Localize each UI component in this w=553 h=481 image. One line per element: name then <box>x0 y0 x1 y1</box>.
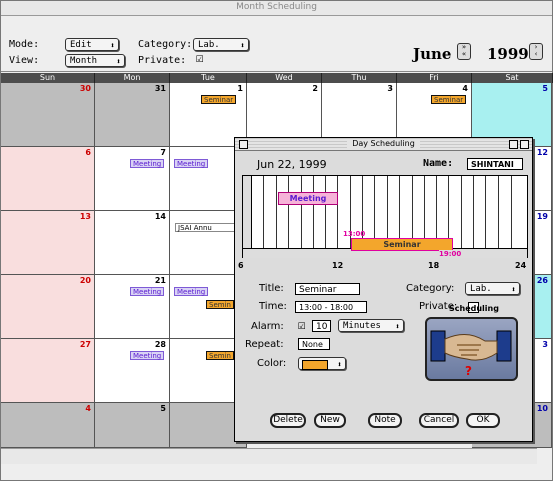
day-scheduling-dialog: Day Scheduling Jun 22, 1999 Name: SHINTA… <box>234 137 533 442</box>
event-meeting[interactable]: Meeting <box>130 351 165 360</box>
new-button[interactable]: New <box>314 413 346 428</box>
weekday-header: Wed <box>247 73 322 83</box>
day-timeline[interactable]: Meeting 13:00 Seminar 19:00 <box>242 175 528 258</box>
event-meeting[interactable]: Meeting <box>174 159 209 168</box>
timeline-end-time: 19:00 <box>439 250 462 258</box>
title-field[interactable]: Seminar <box>295 283 360 295</box>
updown-arrow-icon: ⬍ <box>110 41 115 50</box>
weekday-header: Sun <box>1 73 95 83</box>
view-label: View: <box>9 55 40 66</box>
updown-arrow-icon: ⬍ <box>240 41 245 50</box>
day-cell[interactable]: 27 <box>1 339 95 403</box>
window-title: Month Scheduling <box>236 2 317 12</box>
event-seminar[interactable]: Semin <box>206 351 234 360</box>
name-field[interactable]: SHINTANI <box>467 158 523 170</box>
view-popup[interactable]: Month ⬍ <box>65 54 125 67</box>
day-cell[interactable]: 7 Meeting <box>95 147 170 211</box>
cancel-button[interactable]: Cancel <box>419 413 459 428</box>
day-cell[interactable]: 4 <box>1 403 95 448</box>
day-cell[interactable]: 21 Meeting <box>95 275 170 339</box>
day-cell[interactable]: 20 <box>1 275 95 339</box>
view-value: Month <box>70 56 98 66</box>
timeline-tick: 12 <box>332 261 344 270</box>
weekday-header: Sat <box>472 73 553 83</box>
day-cell[interactable]: 5 <box>95 403 170 448</box>
weekday-header: Thu <box>322 73 397 83</box>
delete-button[interactable]: Delete <box>270 413 306 428</box>
timeline-tick: 24 <box>515 261 527 270</box>
updown-arrow-icon: ⬍ <box>395 322 400 331</box>
event-seminar[interactable]: Seminar <box>431 95 467 104</box>
horizontal-scrollbar[interactable] <box>1 448 537 464</box>
dialog-date: Jun 22, 1999 <box>257 158 327 171</box>
time-label: Time: <box>259 301 287 312</box>
weekday-header: Fri <box>397 73 472 83</box>
day-cell[interactable]: 13 <box>1 211 95 275</box>
event-meeting[interactable]: Meeting <box>130 159 165 168</box>
ok-button[interactable]: OK <box>466 413 500 428</box>
month-spinner[interactable]: » « <box>457 43 471 60</box>
mode-value: Edit <box>70 40 92 50</box>
time-field[interactable]: 13:00 - 18:00 <box>295 301 367 313</box>
window-title-bar[interactable]: Month Scheduling <box>1 1 552 16</box>
event-seminar[interactable]: Semin <box>206 300 234 309</box>
day-cell[interactable]: 28 Meeting <box>95 339 170 403</box>
day-cell[interactable]: 30 <box>1 83 95 147</box>
year-spinner[interactable]: › ‹ <box>529 43 543 60</box>
alarm-unit-popup[interactable]: Minutes ⬍ <box>338 319 404 332</box>
color-label: Color: <box>257 358 287 369</box>
event-seminar[interactable]: Seminar <box>201 95 237 104</box>
weekday-header: Mon <box>95 73 170 83</box>
timeline-vertical-scrollbar[interactable] <box>243 176 252 257</box>
name-label: Name: <box>423 158 454 169</box>
month-title: June <box>413 45 452 63</box>
category-label-dialog: Category: <box>406 283 455 294</box>
note-button[interactable]: Note <box>368 413 402 428</box>
color-swatch <box>302 360 328 370</box>
timeline-seminar-block[interactable]: Seminar <box>351 238 453 251</box>
scheduling-label: Scheduling <box>449 304 499 313</box>
alarm-label: Alarm: <box>251 321 284 332</box>
day-cell[interactable]: 6 <box>1 147 95 211</box>
category-label: Category: <box>138 39 193 50</box>
year-title: 1999 <box>487 45 529 63</box>
repeat-label: Repeat: <box>245 339 284 350</box>
scheduling-handshake-button[interactable]: ? <box>425 317 518 381</box>
updown-arrow-icon: ⬍ <box>337 360 342 369</box>
updown-arrow-icon: ⬍ <box>116 57 121 66</box>
alarm-unit-value: Minutes <box>343 321 381 331</box>
category-popup[interactable]: Lab. ⬍ <box>193 38 249 51</box>
alarm-checkbox[interactable]: ☑ <box>297 323 306 332</box>
mode-label: Mode: <box>9 39 40 50</box>
day-cell[interactable]: 31 <box>95 83 170 147</box>
title-label: Title: <box>259 283 284 294</box>
timeline-meeting-block[interactable]: Meeting <box>278 192 338 205</box>
timeline-start-time: 13:00 <box>343 230 366 238</box>
private-checkbox[interactable]: ☑ <box>195 56 204 65</box>
repeat-field[interactable]: None <box>298 338 330 350</box>
timeline-tick: 18 <box>428 261 440 270</box>
event-meeting[interactable]: Meeting <box>174 287 209 296</box>
color-popup[interactable]: ⬍ <box>298 357 346 370</box>
updown-arrow-icon: ⬍ <box>511 285 516 294</box>
close-box-icon[interactable] <box>239 140 248 149</box>
event-meeting[interactable]: Meeting <box>130 287 165 296</box>
category-value-dialog: Lab. <box>470 284 492 294</box>
weekday-header: Tue <box>170 73 247 83</box>
toolbar: Mode: Edit ⬍ Category: Lab. ⬍ View: Month ⬍… <box>1 16 552 72</box>
timeline-tick: 6 <box>238 261 244 270</box>
alarm-minutes-field[interactable]: 10 <box>312 320 331 332</box>
category-value: Lab. <box>198 40 220 50</box>
question-mark-icon: ? <box>465 364 472 378</box>
day-cell[interactable]: 14 <box>95 211 170 275</box>
zoom-box-icon[interactable] <box>509 140 518 149</box>
category-popup-dialog[interactable]: Lab. ⬍ <box>465 282 520 295</box>
dialog-title: Day Scheduling <box>347 139 420 148</box>
mode-popup[interactable]: Edit ⬍ <box>65 38 119 51</box>
dialog-title-bar[interactable]: Day Scheduling <box>235 138 532 151</box>
private-label: Private: <box>138 55 187 66</box>
collapse-box-icon[interactable] <box>520 140 529 149</box>
